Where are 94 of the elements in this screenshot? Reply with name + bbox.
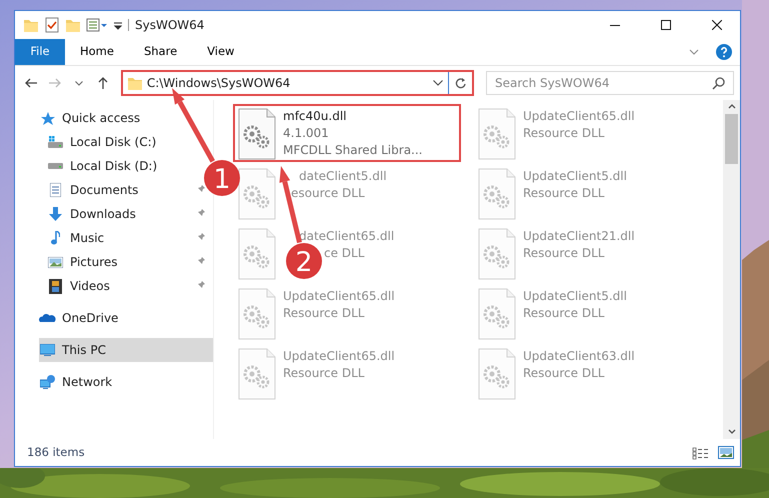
- sidebar-item[interactable]: Quick access: [39, 106, 144, 130]
- back-arrow-icon: [24, 78, 37, 88]
- dll-file-icon[interactable]: [237, 168, 277, 220]
- download-arrow-icon: [49, 207, 62, 221]
- ribbon-tab[interactable]: Home: [65, 39, 129, 65]
- sidebar-label: Quick access: [62, 110, 140, 127]
- file-name: UpdateClient63.dll: [523, 348, 635, 365]
- file-name: UpdateClient65.dll: [283, 288, 395, 305]
- sidebar-label: Local Disk (D:): [70, 158, 158, 175]
- network-icon: [40, 374, 55, 390]
- refresh-icon: [455, 78, 466, 88]
- ribbon-tab[interactable]: Share: [128, 39, 192, 65]
- dll-file-icon[interactable]: [237, 228, 277, 280]
- sidebar-label: This PC: [62, 342, 106, 359]
- sidebar-label: Music: [70, 230, 104, 247]
- dll-file-icon[interactable]: [237, 348, 277, 400]
- file-name: dateClient65.dll: [299, 228, 394, 245]
- large-icons-view-icon[interactable]: [718, 446, 734, 460]
- address-field[interactable]: C:\Windows\SysWOW64: [120, 70, 474, 96]
- search-field[interactable]: Search SysWOW64: [486, 71, 734, 95]
- dll-file-icon[interactable]: [237, 108, 277, 160]
- properties-icon[interactable]: [86, 17, 108, 33]
- document-icon: [50, 183, 61, 197]
- item-count: 186 items: [27, 444, 86, 461]
- sidebar-label: Videos: [70, 278, 110, 295]
- details-view-icon[interactable]: [692, 446, 710, 460]
- sidebar-item[interactable]: Local Disk (C:): [47, 130, 160, 154]
- file-detail: 4.1.001: [283, 125, 329, 142]
- sidebar-item[interactable]: OneDrive: [39, 306, 122, 330]
- sidebar-item[interactable]: Network: [39, 370, 116, 394]
- help-icon[interactable]: [716, 44, 732, 60]
- file-name: UpdateClient65.dll: [283, 348, 395, 365]
- file-name: dateClient5.dll: [299, 168, 387, 185]
- drive-icon: [48, 163, 63, 169]
- scroll-thumb[interactable]: [725, 114, 738, 164]
- sidebar-label: Documents: [70, 182, 138, 199]
- forward-arrow-icon: [48, 78, 61, 88]
- sidebar-label: Network: [62, 374, 112, 391]
- sidebar-item[interactable]: This PC: [39, 338, 213, 362]
- path-text: C:\Windows\SysWOW64: [146, 75, 292, 92]
- sidebar-item[interactable]: Local Disk (D:): [47, 154, 162, 178]
- cloud-icon: [39, 314, 56, 322]
- checklist-icon[interactable]: [44, 17, 60, 33]
- dll-file-icon[interactable]: [477, 168, 517, 220]
- chevron-icon: [433, 80, 443, 86]
- monitor-icon: [40, 344, 55, 356]
- file-name: UpdateClient21.dll: [523, 228, 635, 245]
- minimize-icon: [610, 24, 620, 26]
- file-detail: Resource DLL: [523, 365, 604, 382]
- sidebar-item[interactable]: Pictures: [47, 250, 122, 274]
- dll-file-icon[interactable]: [237, 288, 277, 340]
- dll-file-icon[interactable]: [477, 288, 517, 340]
- dll-file-icon[interactable]: [477, 348, 517, 400]
- step-marker: 2: [286, 243, 322, 279]
- close-icon: [712, 20, 722, 30]
- dll-file-icon[interactable]: [477, 228, 517, 280]
- sidebar-label: OneDrive: [62, 310, 118, 327]
- file-detail: ce DLL: [324, 245, 364, 262]
- file-name: mfc40u.dll: [283, 108, 346, 125]
- file-detail: Resource DLL: [523, 245, 604, 262]
- file-detail: MFCDLL Shared Libra...: [283, 142, 422, 159]
- file-detail: Resource DLL: [523, 185, 604, 202]
- file-detail: Resource DLL: [283, 305, 364, 322]
- file-detail: esource DLL: [291, 185, 365, 202]
- up-arrow-icon: [98, 77, 108, 89]
- drive-icon: [48, 136, 63, 148]
- file-detail: Resource DLL: [523, 125, 604, 142]
- scrollbar[interactable]: [723, 100, 740, 439]
- sidebar-item[interactable]: Videos: [47, 274, 114, 298]
- file-name: UpdateClient5.dll: [523, 288, 627, 305]
- new-folder-icon[interactable]: [65, 17, 81, 33]
- file-name: UpdateClient5.dll: [523, 168, 627, 185]
- sidebar-item[interactable]: Documents: [47, 178, 142, 202]
- step-marker: 1: [204, 160, 240, 196]
- file-detail: Resource DLL: [523, 305, 604, 322]
- star-icon: [40, 112, 54, 124]
- film-strip-icon: [49, 278, 62, 294]
- sidebar-label: Pictures: [70, 254, 118, 271]
- folder-icon[interactable]: [23, 17, 39, 33]
- sidebar-label: Local Disk (C:): [70, 134, 156, 151]
- folder-icon: [126, 75, 143, 91]
- music-note-icon: [51, 231, 60, 245]
- dll-file-icon[interactable]: [477, 108, 517, 160]
- ribbon-tab[interactable]: View: [192, 39, 250, 65]
- sidebar-item[interactable]: Music: [47, 226, 108, 250]
- maximize-icon: [661, 20, 671, 30]
- chevron-icon: [74, 80, 83, 86]
- picture-icon: [48, 256, 63, 268]
- sidebar-label: Downloads: [70, 206, 136, 223]
- sidebar-item[interactable]: Downloads: [47, 202, 140, 226]
- window-title: SysWOW64: [135, 17, 206, 34]
- search-icon: [712, 76, 726, 90]
- file-detail: Resource DLL: [283, 365, 364, 382]
- file-name: UpdateClient65.dll: [523, 108, 635, 125]
